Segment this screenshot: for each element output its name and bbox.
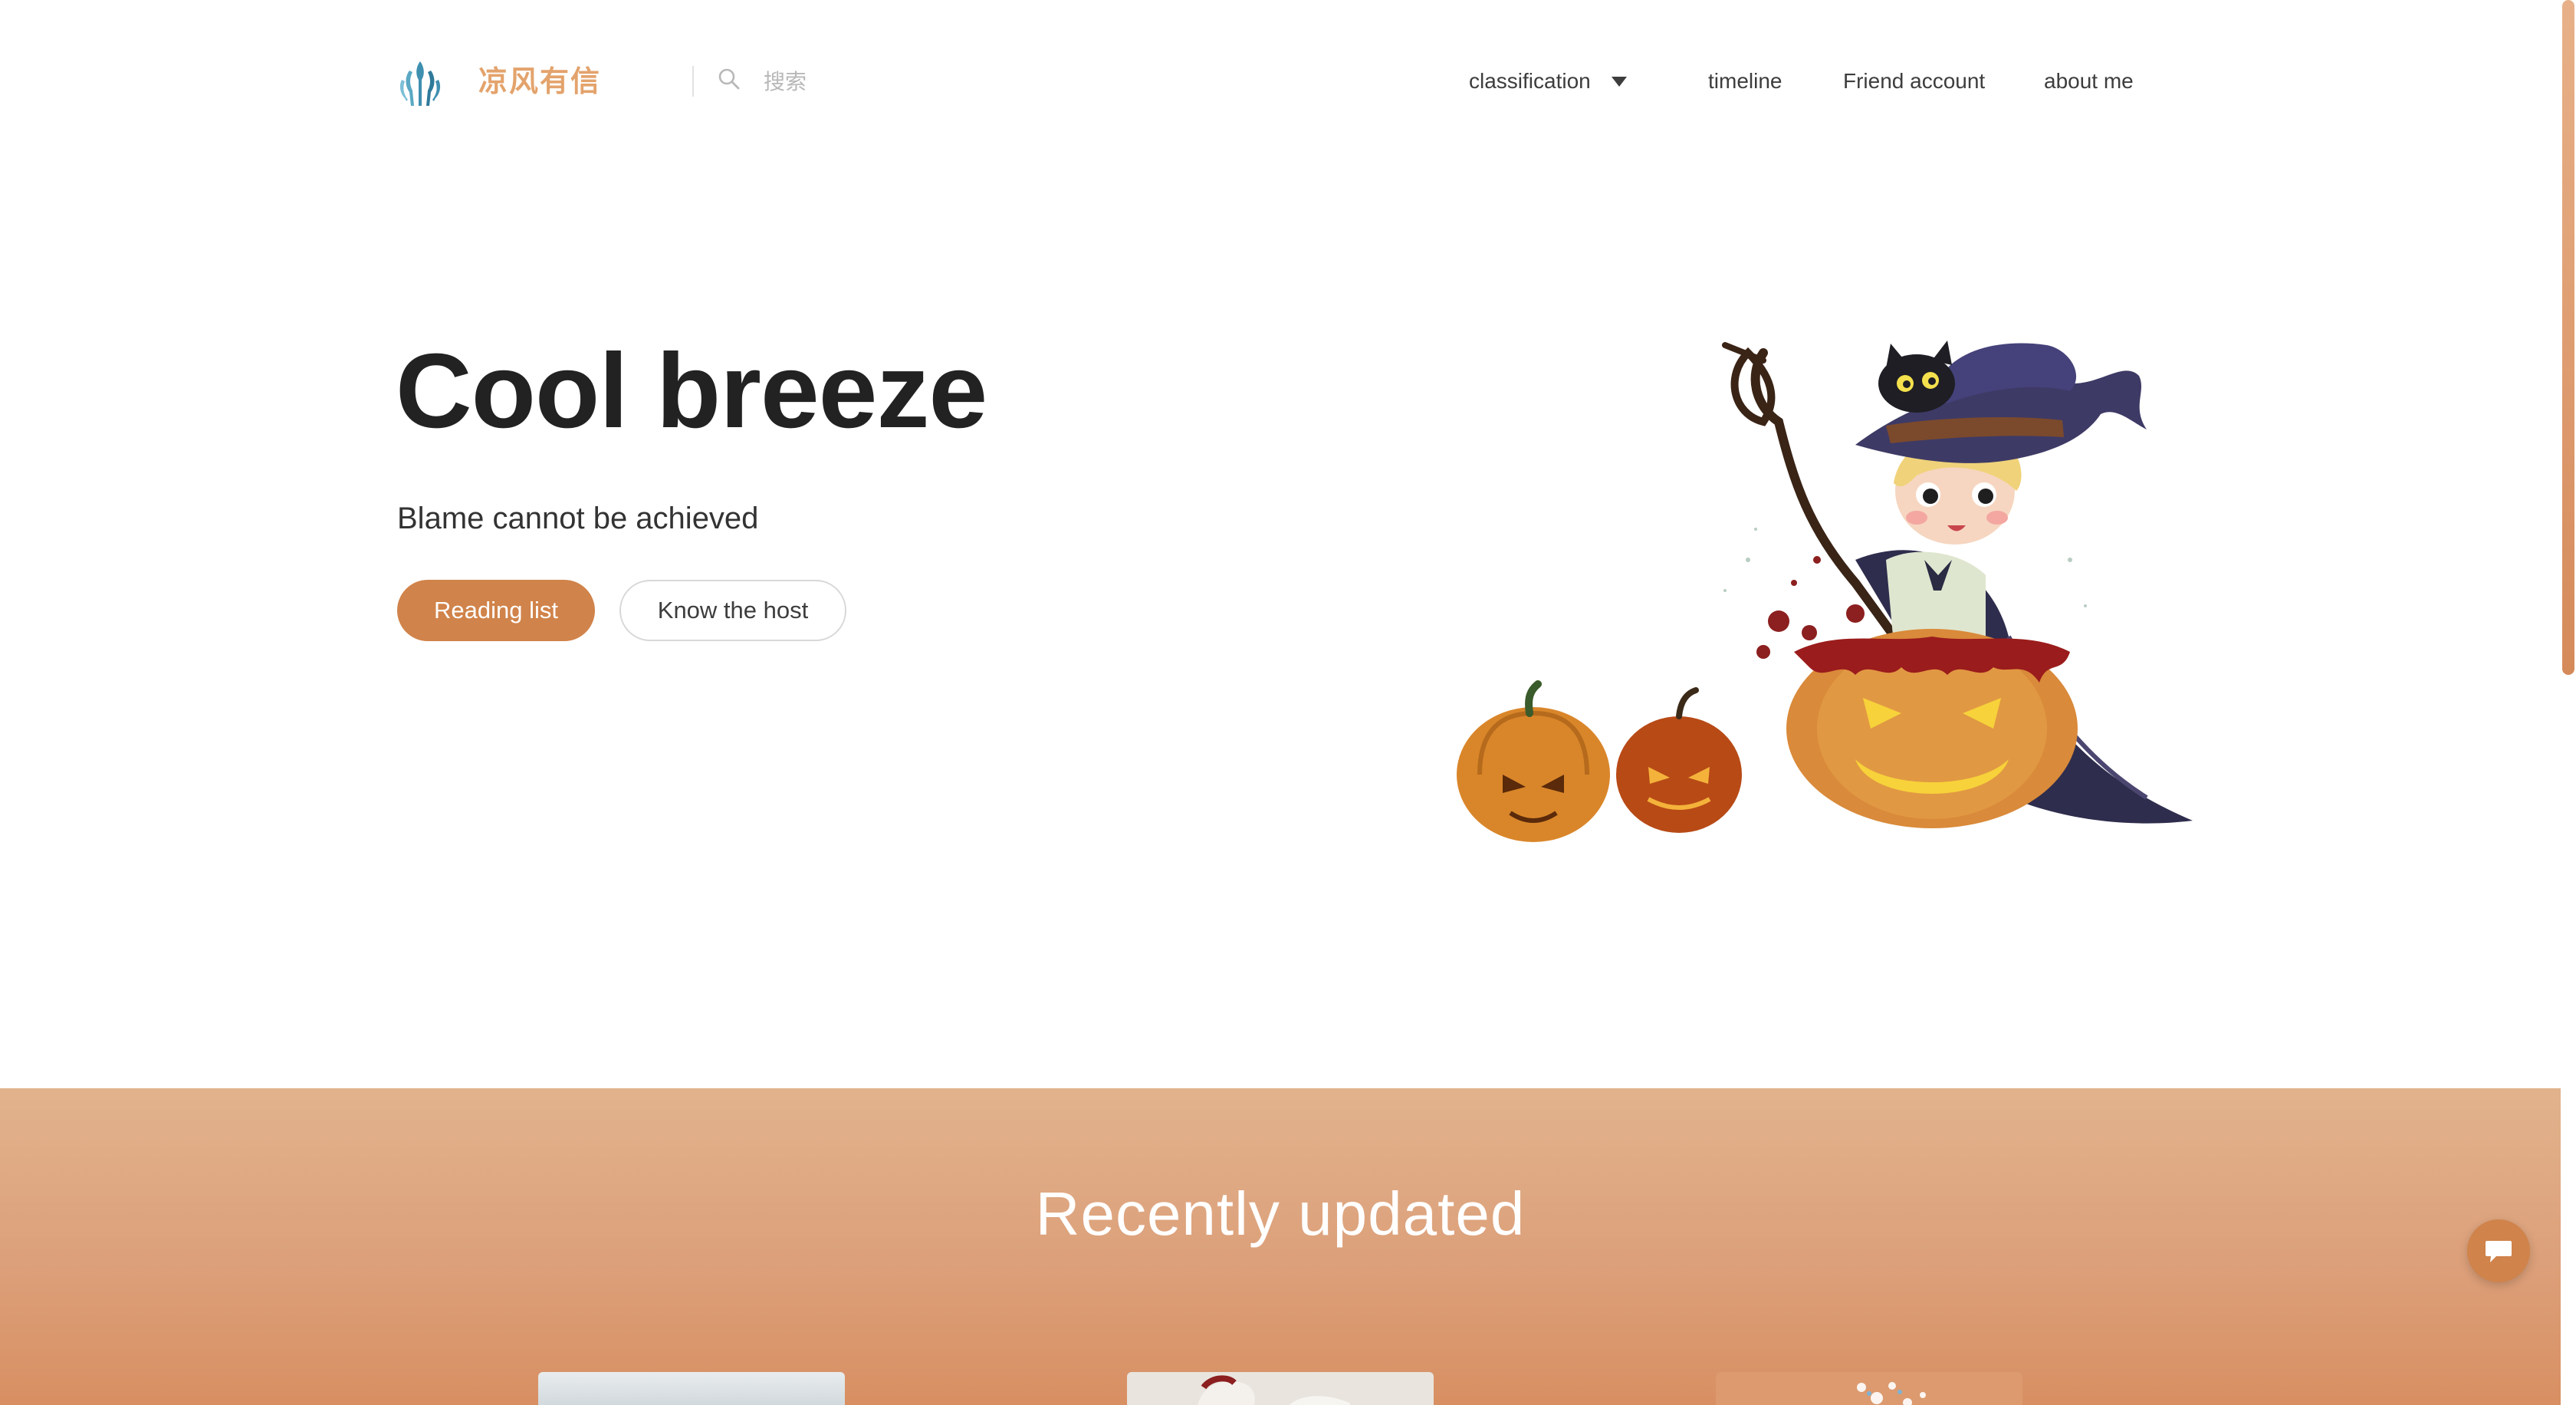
chat-button[interactable]	[2467, 1219, 2530, 1282]
tree-hand-logo-icon[interactable]	[396, 57, 445, 109]
caret-down-icon[interactable]	[1612, 77, 1627, 87]
nav-item-about-me[interactable]: about me	[2044, 64, 2134, 98]
site-name[interactable]: 凉风有信	[478, 61, 601, 101]
header-divider	[692, 66, 694, 97]
know-the-host-button[interactable]: Know the host	[619, 580, 846, 641]
recently-updated-section: Recently updated	[0, 1088, 2561, 1405]
chat-bubble-icon	[2486, 1241, 2512, 1262]
scrollbar-thumb[interactable]	[2562, 0, 2574, 675]
nav-item-label: about me	[2044, 69, 2134, 93]
search-icon[interactable]	[718, 67, 741, 90]
article-card[interactable]	[538, 1372, 845, 1405]
section-title: Recently updated	[1035, 1180, 1526, 1248]
search-input[interactable]	[764, 64, 948, 98]
nav-item-friend-account[interactable]: Friend account	[1843, 64, 1985, 98]
article-card[interactable]	[1127, 1372, 1434, 1405]
nav-item-classification[interactable]: classification	[1469, 64, 1591, 98]
reading-list-button[interactable]: Reading list	[397, 580, 595, 641]
nav-item-label: Friend account	[1843, 69, 1986, 93]
halloween-witch-pumpkins-illustration	[1457, 330, 2208, 851]
nav-item-timeline[interactable]: timeline	[1708, 64, 1782, 98]
hero-title: Cool breeze	[396, 332, 987, 450]
nav-item-label: classification	[1469, 69, 1591, 93]
nav-item-label: timeline	[1708, 69, 1783, 93]
hero-subtitle: Blame cannot be achieved	[397, 502, 759, 535]
article-card[interactable]	[1716, 1372, 2022, 1405]
